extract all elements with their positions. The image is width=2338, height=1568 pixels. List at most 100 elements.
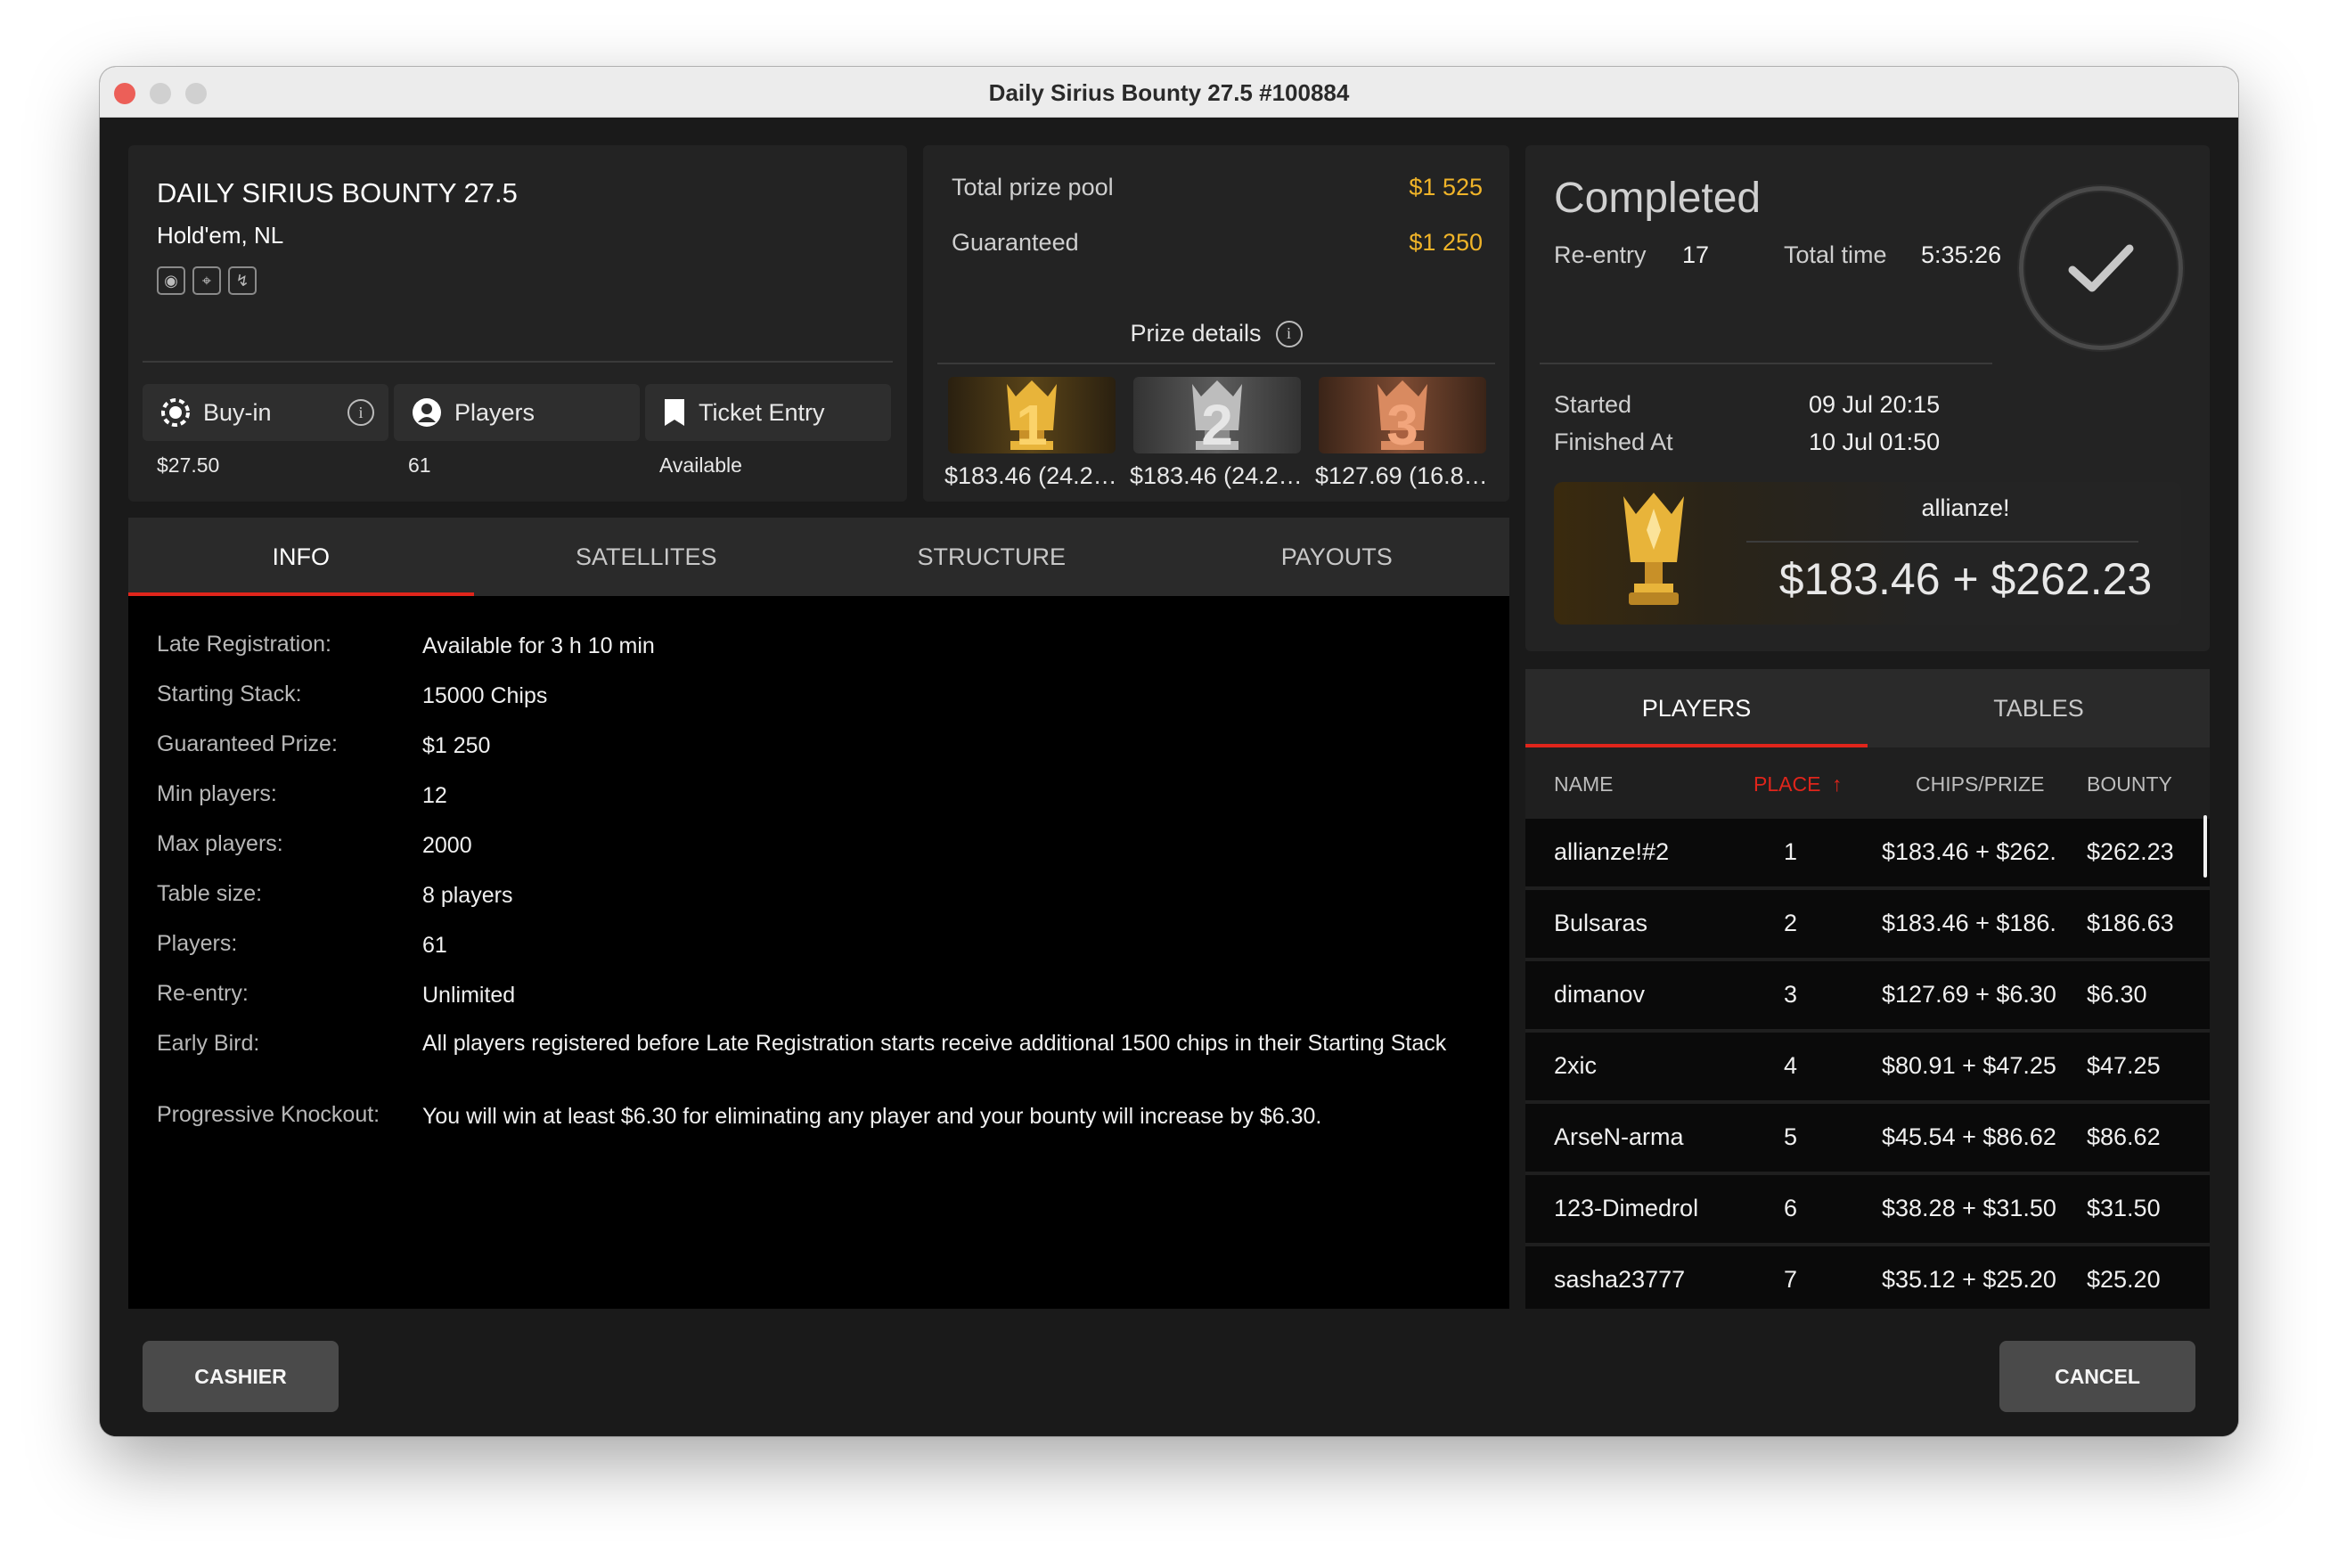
table-row[interactable]: sasha23777 7 $35.12 + $25.20 $25.20 (1525, 1246, 2210, 1309)
column-name[interactable]: NAME (1554, 772, 1613, 796)
info-key: Starting Stack: (157, 682, 302, 706)
tab-structure[interactable]: STRUCTURE (819, 518, 1165, 596)
divider (937, 363, 1495, 364)
player-bounty: $86.62 (2087, 1123, 2161, 1150)
started-value: 09 Jul 20:15 (1809, 391, 1941, 418)
prize-details-link[interactable]: Prize details i (923, 320, 1509, 347)
reentry-value: 17 (1682, 241, 1710, 268)
tab-satellites[interactable]: SATELLITES (474, 518, 820, 596)
table-row[interactable]: allianze!#2 1 $183.46 + $262. $262.23 (1525, 819, 2210, 886)
tab-tables[interactable]: TABLES (1868, 669, 2210, 747)
finished-label: Finished At (1554, 429, 1673, 455)
table-row[interactable]: Bulsaras 2 $183.46 + $186. $186.63 (1525, 890, 2210, 958)
second-place-trophy[interactable]: 2 (1133, 377, 1301, 453)
reentry-icon: ↯ (228, 266, 257, 295)
tournament-window: Daily Sirius Bounty 27.5 #100884 DAILY S… (100, 67, 2238, 1436)
divider (143, 361, 893, 363)
info-row: Starting Stack: 15000 Chips (157, 682, 1483, 710)
ticket-entry-label: Ticket Entry (699, 398, 825, 426)
info-value: 61 (422, 933, 447, 958)
winner-trophy-icon (1623, 493, 1684, 605)
player-place: 2 (1784, 910, 1798, 936)
player-place: 3 (1784, 981, 1798, 1008)
user-icon (412, 397, 442, 428)
column-chips-prize[interactable]: CHIPS/PRIZE (1916, 772, 2044, 796)
column-place[interactable]: PLACE ↑ (1754, 772, 1842, 796)
column-bounty[interactable]: BOUNTY (2087, 772, 2172, 796)
buyin-info-icon[interactable]: i (347, 399, 374, 426)
bounty-icon: ◉ (157, 266, 185, 295)
total-time-value: 5:35:26 (1921, 241, 2002, 268)
prize-details-label: Prize details (1130, 320, 1262, 347)
total-prize-pool-row: Total prize pool $1 525 (952, 174, 1483, 201)
info-row: Early Bird: All players registered before… (157, 1029, 1483, 1058)
info-row: Late Registration: Available for 3 h 10 m… (157, 632, 1483, 660)
info-value: 2000 (422, 833, 472, 858)
table-row[interactable]: 2xic 4 $80.91 + $47.25 $47.25 (1525, 1033, 2210, 1100)
tournament-summary-panel: DAILY SIRIUS BOUNTY 27.5 Hold'em, NL ◉ ⌖… (128, 145, 907, 502)
first-place-amount: $183.46 (24.2… (944, 462, 1117, 489)
info-row: Table size: 8 players (157, 881, 1483, 910)
ticket-entry-value: Available (659, 453, 742, 477)
player-place: 4 (1784, 1052, 1798, 1079)
players-table-body: allianze!#2 1 $183.46 + $262. $262.23 Bu… (1525, 819, 2210, 1309)
table-row[interactable]: ArseN-arma 5 $45.54 + $86.62 $86.62 (1525, 1104, 2210, 1172)
player-bounty: $6.30 (2087, 981, 2147, 1008)
second-place-amount: $183.46 (24.2… (1130, 462, 1303, 489)
player-bounty: $262.23 (2087, 838, 2174, 865)
title-bar: Daily Sirius Bounty 27.5 #100884 (100, 67, 2238, 118)
players-value: 61 (408, 453, 431, 477)
table-row[interactable]: dimanov 3 $127.69 + $6.30 $6.30 (1525, 961, 2210, 1029)
players-table-header: NAME PLACE ↑ CHIPS/PRIZE BOUNTY (1525, 747, 2210, 819)
ticket-entry-chip: Ticket Entry (645, 384, 891, 441)
player-place: 7 (1784, 1266, 1798, 1293)
first-place-trophy[interactable]: 1 (948, 377, 1116, 453)
info-value: You will win at least $6.30 for eliminat… (422, 1104, 1322, 1129)
tab-players[interactable]: PLAYERS (1525, 669, 1868, 747)
third-place-trophy[interactable]: 3 (1319, 377, 1486, 453)
player-name: Bulsaras (1554, 910, 1648, 936)
table-row[interactable]: 123-Dimedrol 6 $38.28 + $31.50 $31.50 (1525, 1175, 2210, 1243)
total-prize-pool-label: Total prize pool (952, 174, 1114, 200)
player-name: ArseN-arma (1554, 1123, 1684, 1150)
total-time-label: Total time (1784, 241, 1887, 268)
info-row: Min players: 12 (157, 781, 1483, 810)
players-scrollbar[interactable] (2203, 815, 2207, 878)
info-key: Progressive Knockout: (157, 1102, 380, 1127)
game-type: Hold'em, NL (157, 222, 284, 249)
footer-bar: CASHIER CANCEL (100, 1309, 2238, 1436)
buyin-chip[interactable]: Buy-in i (143, 384, 388, 441)
player-prize: $183.46 + $186. (1882, 910, 2056, 936)
buyin-label: Buy-in (203, 398, 272, 426)
info-row: Re-entry: Unlimited (157, 981, 1483, 1009)
total-prize-pool-value: $1 525 (1409, 174, 1483, 200)
info-key: Guaranteed Prize: (157, 731, 338, 756)
info-key: Early Bird: (157, 1030, 260, 1056)
guaranteed-label: Guaranteed (952, 229, 1079, 256)
info-key: Re-entry: (157, 981, 249, 1006)
main-tab-bar: INFO SATELLITES STRUCTURE PAYOUTS (128, 518, 1509, 596)
second-place-number: 2 (1201, 393, 1233, 453)
started-label: Started (1554, 391, 1632, 418)
cashier-button[interactable]: CASHIER (143, 1341, 339, 1412)
tab-payouts[interactable]: PAYOUTS (1165, 518, 1510, 596)
divider (1540, 363, 1992, 364)
third-place-amount: $127.69 (16.8… (1315, 462, 1488, 489)
player-prize: $127.69 + $6.30 (1882, 981, 2056, 1008)
player-prize: $183.46 + $262. (1882, 838, 2056, 865)
tab-info[interactable]: INFO (128, 518, 474, 596)
player-place: 5 (1784, 1123, 1798, 1150)
player-bounty: $25.20 (2087, 1266, 2161, 1293)
info-content: Late Registration: Available for 3 h 10 m… (128, 596, 1509, 1309)
prize-pool-panel: Total prize pool $1 525 Guaranteed $1 25… (923, 145, 1509, 502)
winner-name: allianze! (1921, 494, 2010, 521)
info-row: Guaranteed Prize: $1 250 (157, 731, 1483, 760)
poker-chip-icon (160, 397, 191, 428)
players-tab-bar: PLAYERS TABLES (1525, 669, 2210, 747)
player-name: 123-Dimedrol (1554, 1195, 1699, 1221)
cancel-button[interactable]: CANCEL (1999, 1341, 2195, 1412)
tournament-status-panel: Completed Re-entry 17 Total time 5:35:26… (1525, 145, 2210, 651)
info-value: 15000 Chips (422, 683, 548, 708)
prize-details-info-icon[interactable]: i (1275, 320, 1303, 347)
player-name: dimanov (1554, 981, 1646, 1008)
